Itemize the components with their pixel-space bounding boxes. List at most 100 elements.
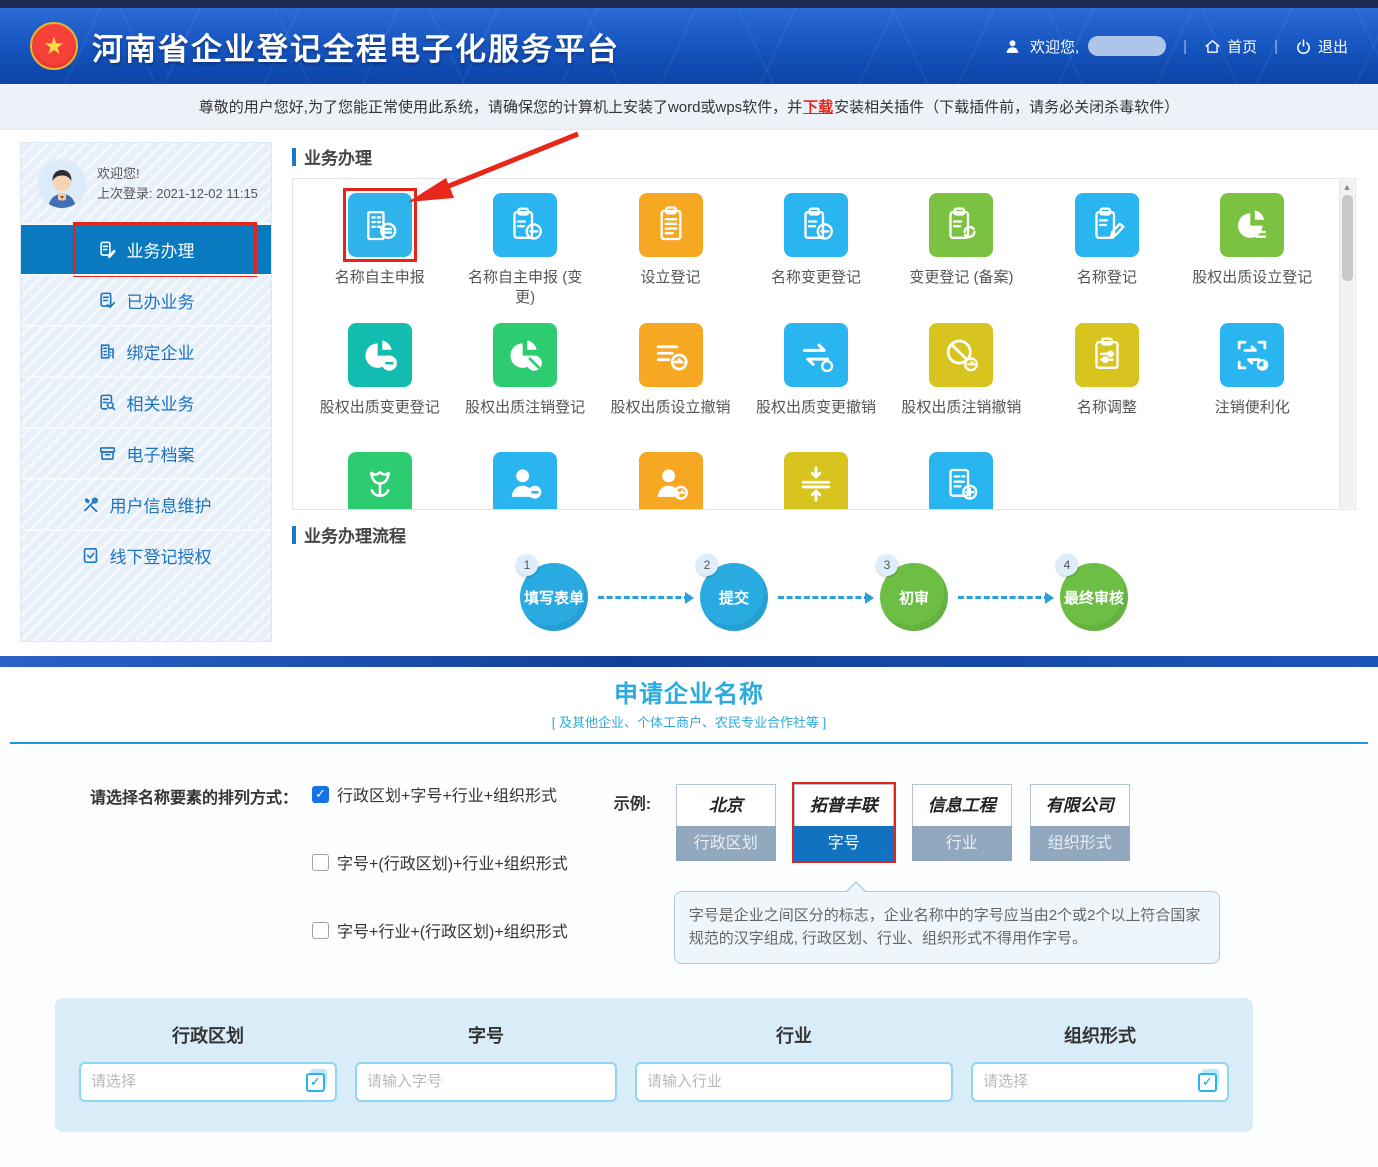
process-flow: 1 填写表单 2 提交 3 初审 4 最终审核 (292, 563, 1356, 631)
checkbox[interactable] (312, 786, 329, 803)
circle-slash-icon (929, 323, 993, 387)
app-title: 河南省企业登记全程电子化服务平台 (92, 24, 620, 69)
example-org-form: 有限公司 组织形式 (1028, 782, 1132, 863)
flower-icon (348, 452, 412, 511)
org-form-input[interactable] (971, 1062, 1229, 1102)
industry-input[interactable] (635, 1062, 953, 1102)
service-tile-name-self-declaration[interactable]: 名称自主申报 (307, 191, 452, 309)
power-icon (1295, 38, 1312, 55)
doc-search-icon (98, 393, 117, 412)
checkbox[interactable] (312, 854, 329, 871)
clipboard-lines-icon (639, 193, 703, 257)
doc-check-icon (98, 291, 117, 310)
clipboard-pencil-icon (1075, 193, 1139, 257)
home-link[interactable]: 首页 (1204, 36, 1257, 57)
sidebar-item-related-business[interactable]: 相关业务 (21, 376, 271, 427)
tools-icon (81, 495, 100, 514)
flow-arrow (958, 596, 1050, 599)
service-tile-partial-3[interactable] (598, 450, 743, 511)
pie-chart-icon (1220, 193, 1284, 257)
clipboard-minus-icon (493, 193, 557, 257)
sidebar-item-completed-business[interactable]: 已办业务 (21, 274, 271, 325)
service-tile-establishment-registration[interactable]: 设立登记 (598, 191, 743, 309)
last-login: 上次登录: 2021-12-02 11:15 (97, 184, 258, 204)
scrollbar[interactable]: ▲ (1339, 180, 1354, 508)
pie-slash-icon (493, 323, 557, 387)
app-header: ★ 河南省企业登记全程电子化服务平台 欢迎您, | 首页 | 退出 (0, 8, 1378, 84)
welcome-text: 欢迎您, (1030, 36, 1079, 57)
field-label-admin-division: 行政区划 (79, 1022, 337, 1048)
example-trade-name: 拓普丰联 字号 (792, 782, 896, 863)
scrollbar-thumb[interactable] (1342, 195, 1353, 281)
clipboard-minus-icon (784, 193, 848, 257)
clipboard-sliders-icon (1075, 323, 1139, 387)
flow-section-header: 业务办理流程 (292, 522, 1356, 547)
top-accent-bar (0, 0, 1378, 8)
apply-title: 申请企业名称 (0, 674, 1378, 709)
avatar (37, 159, 87, 209)
lines-undo-icon (639, 323, 703, 387)
flow-arrow (778, 596, 870, 599)
sidebar-welcome: 欢迎您! (97, 164, 258, 184)
tag-check-icon (81, 546, 100, 565)
checkbox[interactable] (312, 922, 329, 939)
org-form-picker-icon[interactable]: ✓ (1198, 1069, 1222, 1093)
clipboard-refresh-icon (929, 193, 993, 257)
services-section-header: 业务办理 (292, 144, 1356, 169)
flow-step-final-review: 4 最终审核 (1060, 563, 1128, 631)
service-tile-equity-pledge-cancellation-revoke[interactable]: 股权出质注销撤销 (889, 321, 1034, 438)
service-tile-equity-pledge-change-revoke[interactable]: 股权出质变更撤销 (743, 321, 888, 438)
service-tile-name-registration[interactable]: 名称登记 (1034, 191, 1179, 309)
doc-pencil-icon (98, 240, 117, 259)
service-tile-equity-pledge-establishment[interactable]: 股权出质设立登记 (1180, 191, 1325, 309)
redacted-username (1088, 36, 1166, 56)
flow-step-initial-review: 3 初审 (880, 563, 948, 631)
service-tile-partial-5[interactable] (889, 450, 1034, 511)
service-tile-change-registration-filing[interactable]: 变更登记 (备案) (889, 191, 1034, 309)
arrange-option-2[interactable]: 字号+(行政区划)+行业+组织形式 (312, 850, 568, 874)
sidebar-item-bind-enterprise[interactable]: 绑定企业 (21, 325, 271, 376)
service-tile-partial-4[interactable] (743, 450, 888, 511)
arrange-option-3[interactable]: 字号+行业+(行政区划)+组织形式 (312, 918, 568, 942)
person-minus-icon (493, 452, 557, 511)
admin-division-input[interactable] (79, 1062, 337, 1102)
download-link[interactable]: 下载 (803, 96, 833, 117)
sidebar-item-offline-registration-auth[interactable]: 线下登记授权 (21, 529, 271, 580)
trade-name-input[interactable] (355, 1062, 617, 1102)
flow-arrow (598, 596, 690, 599)
field-label-trade-name: 字号 (355, 1022, 617, 1048)
service-tile-name-change-registration[interactable]: 名称变更登记 (743, 191, 888, 309)
pie-minus-icon (348, 323, 412, 387)
service-tile-name-self-declaration-change[interactable]: 名称自主申报 (变更) (452, 191, 597, 309)
sidebar-item-electronic-archive[interactable]: 电子档案 (21, 427, 271, 478)
doc-plus-icon (929, 452, 993, 511)
service-tile-equity-pledge-establishment-revoke[interactable]: 股权出质设立撤销 (598, 321, 743, 438)
scroll-up-icon[interactable]: ▲ (1340, 180, 1354, 194)
name-fields-panel: 行政区划 ✓ 字号 行业 组织形式 (55, 998, 1253, 1132)
logout-link[interactable]: 退出 (1295, 36, 1348, 57)
apply-subtitle: [ 及其他企业、个体工商户、农民专业合作社等 ] (0, 712, 1378, 731)
qr-arrow-icon (1220, 323, 1284, 387)
system-notice: 尊敬的用户您好,为了您能正常使用此系统，请确保您的计算机上安装了word或wps… (0, 84, 1378, 130)
example-industry: 信息工程 行业 (910, 782, 1014, 863)
sidebar-item-user-info-maintenance[interactable]: 用户信息维护 (21, 478, 271, 529)
sidebar: 欢迎您! 上次登录: 2021-12-02 11:15 业务办理 已办业务 绑定… (20, 142, 272, 642)
user-profile: 欢迎您! 上次登录: 2021-12-02 11:15 (21, 143, 271, 223)
sidebar-item-business-handling[interactable]: 业务办理 (21, 223, 271, 274)
arrows-swap-icon (784, 323, 848, 387)
service-tile-partial-1[interactable] (307, 450, 452, 511)
building-icon (98, 342, 117, 361)
flow-step-submit: 2 提交 (700, 563, 768, 631)
admin-division-picker-icon[interactable]: ✓ (306, 1069, 330, 1093)
apply-enterprise-name-section: 申请企业名称 [ 及其他企业、个体工商户、农民专业合作社等 ] 请选择名称要素的… (0, 656, 1378, 1167)
services-grid: 名称自主申报 名称自主申报 (变更) 设立登记 名称变更登记 变更登记 (备案) (292, 178, 1356, 510)
flow-step-fill-form: 1 填写表单 (520, 563, 588, 631)
service-tile-equity-pledge-cancellation[interactable]: 股权出质注销登记 (452, 321, 597, 438)
service-tile-equity-pledge-change[interactable]: 股权出质变更登记 (307, 321, 452, 438)
service-tile-partial-2[interactable] (452, 450, 597, 511)
section-divider-band (0, 656, 1378, 667)
service-tile-name-adjustment[interactable]: 名称调整 (1034, 321, 1179, 438)
field-label-industry: 行业 (635, 1022, 953, 1048)
service-tile-cancellation-facilitation[interactable]: 注销便利化 (1180, 321, 1325, 438)
arrange-option-1[interactable]: 行政区划+字号+行业+组织形式 (312, 782, 568, 806)
